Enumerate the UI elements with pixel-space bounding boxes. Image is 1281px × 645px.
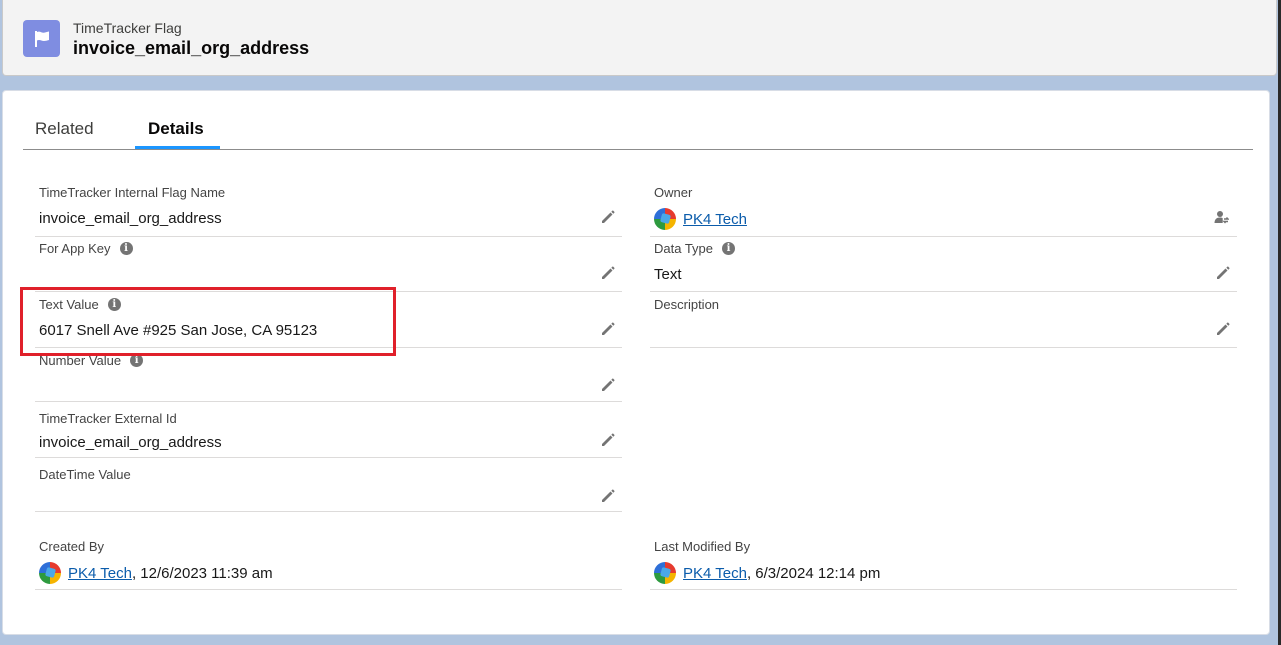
field-data-type: Data Type i Text	[650, 237, 1237, 292]
field-owner: Owner PK4 Tech	[650, 181, 1237, 237]
created-by-value: PK4 Tech , 12/6/2023 11:39 am	[39, 562, 273, 584]
tab-bar: Related Details	[23, 91, 1253, 150]
pencil-icon[interactable]	[600, 321, 616, 337]
last-modified-by-timestamp: , 6/3/2024 12:14 pm	[746, 564, 881, 582]
field-label: TimeTracker Internal Flag Name	[39, 185, 226, 200]
field-label: Owner	[654, 185, 693, 200]
field-for-app-key: For App Key i	[35, 237, 622, 292]
field-label: TimeTracker External Id	[39, 411, 177, 426]
field-label: DateTime Value	[39, 467, 131, 482]
avatar	[654, 208, 676, 230]
field-last-modified-by: Last Modified By PK4 Tech , 6/3/2024 12:…	[650, 535, 1237, 590]
field-created-by: Created By PK4 Tech , 12/6/2023 11:39 am	[35, 535, 622, 590]
avatar	[654, 562, 676, 584]
avatar	[39, 562, 61, 584]
last-modified-by-value: PK4 Tech , 6/3/2024 12:14 pm	[654, 562, 880, 584]
field-value: invoice_email_org_address	[39, 210, 222, 227]
highlight-box	[20, 287, 396, 356]
active-tab-indicator	[135, 146, 220, 149]
field-value: Text	[654, 266, 682, 283]
field-datetime-value: DateTime Value	[35, 463, 622, 512]
record-title: invoice_email_org_address	[73, 38, 310, 58]
change-owner-icon[interactable]	[1213, 209, 1229, 225]
info-icon[interactable]: i	[722, 242, 736, 255]
tab-related[interactable]: Related	[35, 119, 94, 139]
owner-user-link[interactable]: PK4 Tech	[654, 208, 747, 230]
field-label: Last Modified By	[654, 539, 751, 554]
pencil-icon[interactable]	[1215, 265, 1231, 281]
tab-details[interactable]: Details	[148, 119, 204, 139]
flag-icon	[23, 20, 60, 57]
pencil-icon[interactable]	[600, 265, 616, 281]
object-type-label: TimeTracker Flag	[73, 20, 182, 36]
pencil-icon[interactable]	[600, 488, 616, 504]
owner-name-link[interactable]: PK4 Tech	[683, 211, 747, 228]
pencil-icon[interactable]	[600, 377, 616, 393]
field-label: Created By	[39, 539, 105, 554]
field-label: Description	[654, 297, 720, 312]
field-label: For App Key i	[39, 241, 133, 256]
last-modified-by-user-link[interactable]: PK4 Tech	[683, 565, 747, 582]
info-icon[interactable]: i	[119, 242, 133, 255]
pencil-icon[interactable]	[600, 432, 616, 448]
field-number-value: Number Value i	[35, 349, 622, 402]
created-by-user-link[interactable]: PK4 Tech	[68, 565, 132, 582]
record-header: TimeTracker Flag invoice_email_org_addre…	[2, 0, 1277, 76]
field-label: Data Type i	[654, 241, 736, 256]
field-value: invoice_email_org_address	[39, 434, 222, 451]
pencil-icon[interactable]	[1215, 321, 1231, 337]
created-by-timestamp: , 12/6/2023 11:39 am	[131, 564, 273, 582]
field-internal-flag-name: TimeTracker Internal Flag Name invoice_e…	[35, 181, 622, 237]
field-description: Description	[650, 293, 1237, 348]
pencil-icon[interactable]	[600, 209, 616, 225]
field-external-id: TimeTracker External Id invoice_email_or…	[35, 407, 622, 458]
